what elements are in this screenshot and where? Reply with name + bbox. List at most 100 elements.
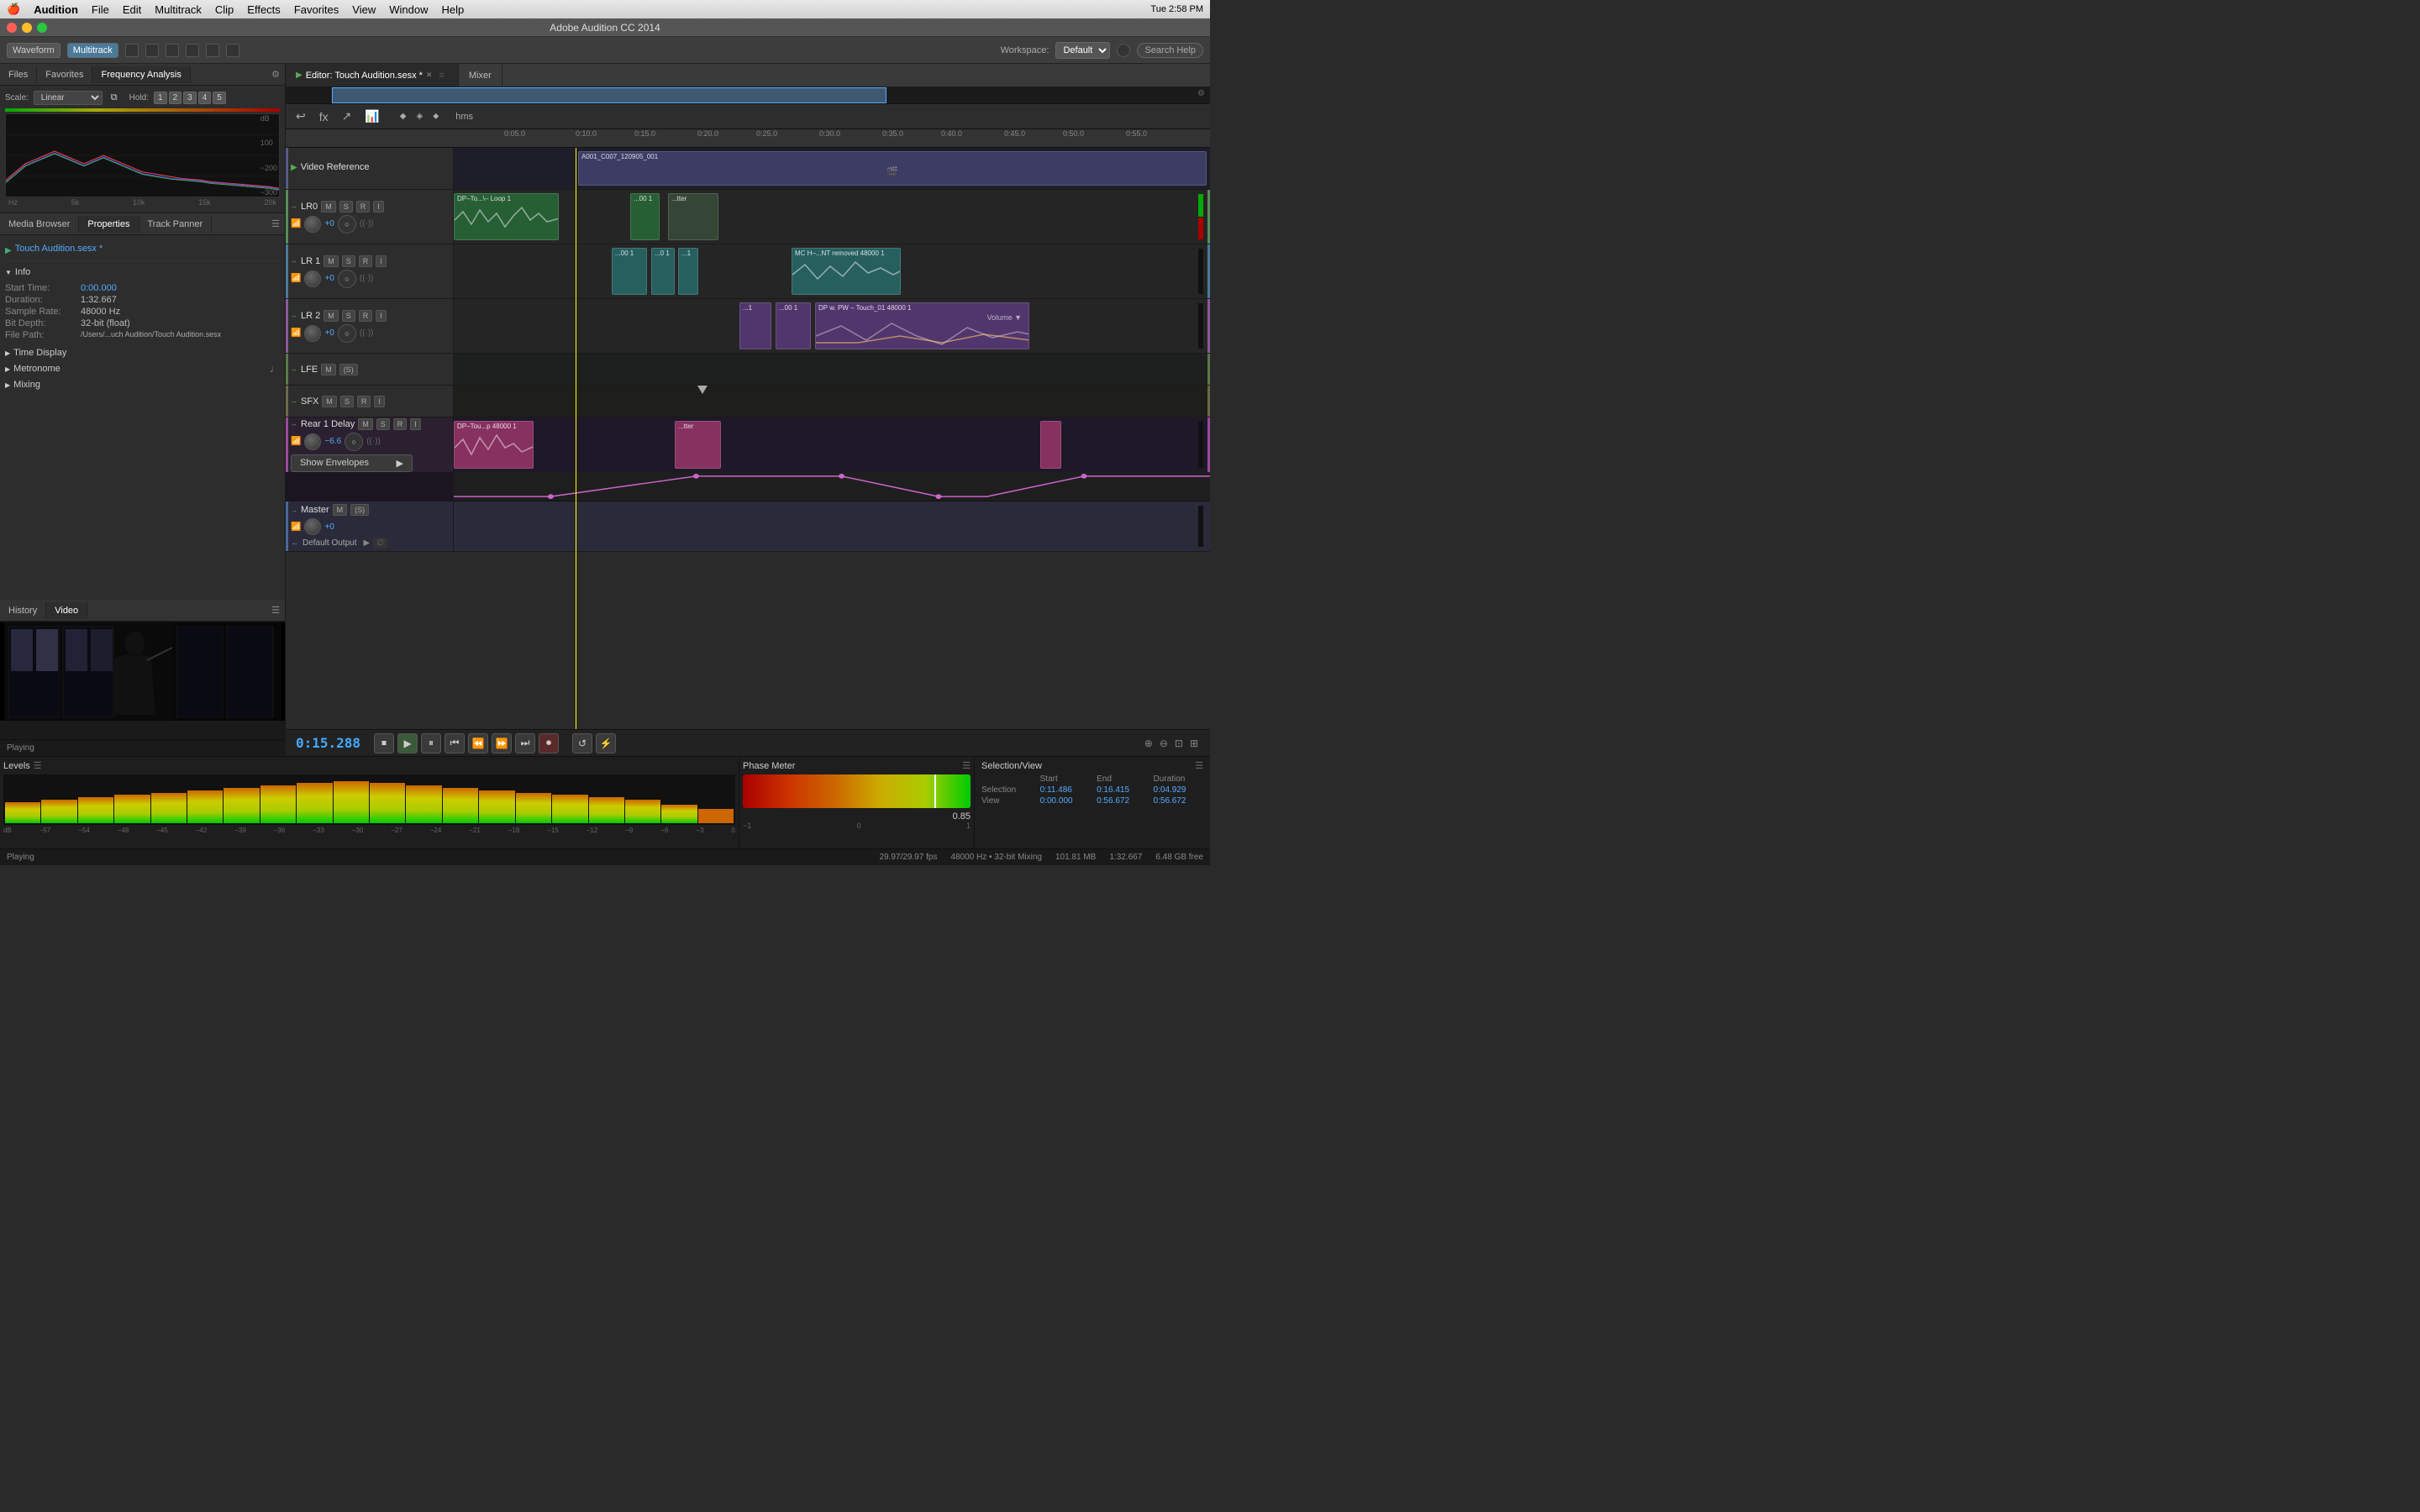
toolbar-icon-5[interactable] <box>206 44 219 57</box>
lr2-volume-knob[interactable] <box>304 325 321 342</box>
sfx-record[interactable]: R <box>357 396 371 407</box>
workspace-select[interactable]: Default <box>1055 42 1110 59</box>
hold-2[interactable]: 2 <box>169 92 182 104</box>
sfx-solo[interactable]: S <box>340 396 354 407</box>
lr2-mute[interactable]: M <box>324 310 339 322</box>
properties-settings-icon[interactable]: ☰ <box>266 218 285 229</box>
rear-clip-2[interactable]: ...tter <box>675 421 721 469</box>
video-settings-icon[interactable]: ☰ <box>266 605 285 616</box>
menu-view[interactable]: View <box>352 3 376 16</box>
lr2-clip-3[interactable]: DP w. PW – Touch_01 48000 1 Volume ▼ <box>815 302 1029 349</box>
info-section-header[interactable]: ▼ Info <box>5 265 280 280</box>
search-help[interactable]: Search Help <box>1137 43 1203 58</box>
timeline-scrollbar[interactable]: ⚙ <box>286 87 1210 104</box>
tab-video[interactable]: Video <box>46 602 87 619</box>
menu-effects[interactable]: Effects <box>247 3 281 16</box>
fast-forward-button[interactable]: ⏩ <box>492 733 512 753</box>
rewind-button[interactable]: ⏪ <box>468 733 488 753</box>
mixing-header[interactable]: ▶ Mixing <box>5 377 280 392</box>
rear-clip-3[interactable] <box>1040 421 1061 469</box>
lfe-mute[interactable]: M <box>321 364 336 375</box>
sfx-mute[interactable]: M <box>322 396 337 407</box>
lr0-clip-2[interactable]: ...00 1 <box>630 193 660 240</box>
goto-end-button[interactable]: ⏭ <box>515 733 535 753</box>
close-editor-tab[interactable]: ✕ <box>426 71 433 80</box>
goto-start-button[interactable]: ⏮ <box>445 733 465 753</box>
tracks-container[interactable]: ▶ Video Reference A001_C007_120905_001 🎬 <box>286 148 1210 729</box>
zoom-out-button[interactable]: ⊖ <box>1158 736 1170 751</box>
rear-solo[interactable]: S <box>376 418 390 430</box>
lr1-clip-3[interactable]: ...1 <box>678 248 698 295</box>
lr2-record[interactable]: R <box>359 310 373 322</box>
master-solo[interactable]: (S) <box>350 504 369 516</box>
menu-help[interactable]: Help <box>441 3 464 16</box>
tc-envelope[interactable]: ↗ <box>339 108 355 125</box>
lr0-pan-knob[interactable]: ○ <box>338 215 356 234</box>
record-button[interactable]: ⏺ <box>539 733 559 753</box>
toolbar-icon-4[interactable] <box>186 44 199 57</box>
lr2-pan-knob[interactable]: ○ <box>338 324 356 343</box>
minimize-button[interactable] <box>22 23 32 33</box>
lr1-clip-1[interactable]: ...00 1 <box>612 248 647 295</box>
play-button[interactable]: ▶ <box>397 733 418 753</box>
copy-icon[interactable]: ⧉ <box>111 92 118 103</box>
lr1-solo[interactable]: S <box>342 255 355 267</box>
tab-files[interactable]: Files <box>0 66 37 83</box>
hold-1[interactable]: 1 <box>154 92 167 104</box>
waveform-tab[interactable]: Waveform <box>7 43 60 58</box>
lr2-clip-2[interactable]: ...00 1 <box>776 302 811 349</box>
pause-button[interactable]: ⏸ <box>421 733 441 753</box>
show-envelopes-button[interactable]: Show Envelopes ▶ <box>291 454 413 472</box>
rear-mute[interactable]: M <box>358 418 373 430</box>
master-volume-knob[interactable] <box>304 518 321 535</box>
rear-record[interactable]: R <box>393 418 408 430</box>
tc-keyframe3[interactable]: ⬥ <box>429 110 442 123</box>
toolbar-icon-6[interactable] <box>226 44 239 57</box>
hold-5[interactable]: 5 <box>213 92 226 104</box>
search-icon[interactable] <box>1117 44 1130 57</box>
lr0-clip-1[interactable]: DP–To...\– Loop 1 <box>454 193 559 240</box>
lr0-clip-3[interactable]: ...tter <box>668 193 718 240</box>
time-display-header[interactable]: ▶ Time Display <box>5 345 280 360</box>
menu-file[interactable]: File <box>92 3 109 16</box>
phase-settings[interactable]: ☰ <box>962 760 971 771</box>
levels-settings[interactable]: ☰ <box>34 760 42 771</box>
rear-volume-knob[interactable] <box>304 433 321 450</box>
toolbar-icon-2[interactable] <box>145 44 159 57</box>
tab-track-panner[interactable]: Track Panner <box>139 216 213 233</box>
lr2-input[interactable]: I <box>376 310 387 322</box>
lr1-mute[interactable]: M <box>324 255 339 267</box>
toolbar-icon-3[interactable] <box>166 44 179 57</box>
lr0-input[interactable]: I <box>373 201 384 213</box>
rear-pan-knob[interactable]: ○ <box>345 433 363 451</box>
multitrack-tab[interactable]: Multitrack <box>67 43 118 58</box>
lr2-solo[interactable]: S <box>342 310 355 322</box>
zoom-full-button[interactable]: ⊞ <box>1188 736 1200 751</box>
loop-button[interactable]: ↺ <box>572 733 592 753</box>
menu-favorites[interactable]: Favorites <box>294 3 339 16</box>
tc-fx[interactable]: fx <box>316 108 332 125</box>
toolbar-icon-1[interactable] <box>125 44 139 57</box>
lr1-record[interactable]: R <box>359 255 373 267</box>
lr0-solo[interactable]: S <box>339 201 353 213</box>
master-mute[interactable]: M <box>333 504 348 516</box>
maximize-button[interactable] <box>37 23 47 33</box>
lfe-solo[interactable]: (S) <box>339 364 358 375</box>
zoom-fit-button[interactable]: ⊡ <box>1173 736 1185 751</box>
rear-clip-1[interactable]: DP–Tou...p 48000 1 <box>454 421 534 469</box>
tab-history[interactable]: History <box>0 602 46 619</box>
rear-input[interactable]: I <box>410 418 421 430</box>
lr1-clip-2[interactable]: ...0 1 <box>651 248 675 295</box>
lr1-clip-4[interactable]: MC H–...NT removed 48000 1 <box>792 248 901 295</box>
lr0-record[interactable]: R <box>356 201 371 213</box>
lr2-clip-1[interactable]: ...1 <box>739 302 771 349</box>
tc-bar[interactable]: 📊 <box>361 108 382 125</box>
tc-mixdown[interactable]: ↩ <box>292 108 309 125</box>
video-clip[interactable]: A001_C007_120905_001 🎬 <box>578 151 1207 186</box>
punch-button[interactable]: ⚡ <box>596 733 616 753</box>
stop-button[interactable]: ⏹ <box>374 733 394 753</box>
menu-clip[interactable]: Clip <box>215 3 234 16</box>
hold-4[interactable]: 4 <box>198 92 212 104</box>
lr1-input[interactable]: I <box>376 255 387 267</box>
lr1-volume-knob[interactable] <box>304 270 321 287</box>
